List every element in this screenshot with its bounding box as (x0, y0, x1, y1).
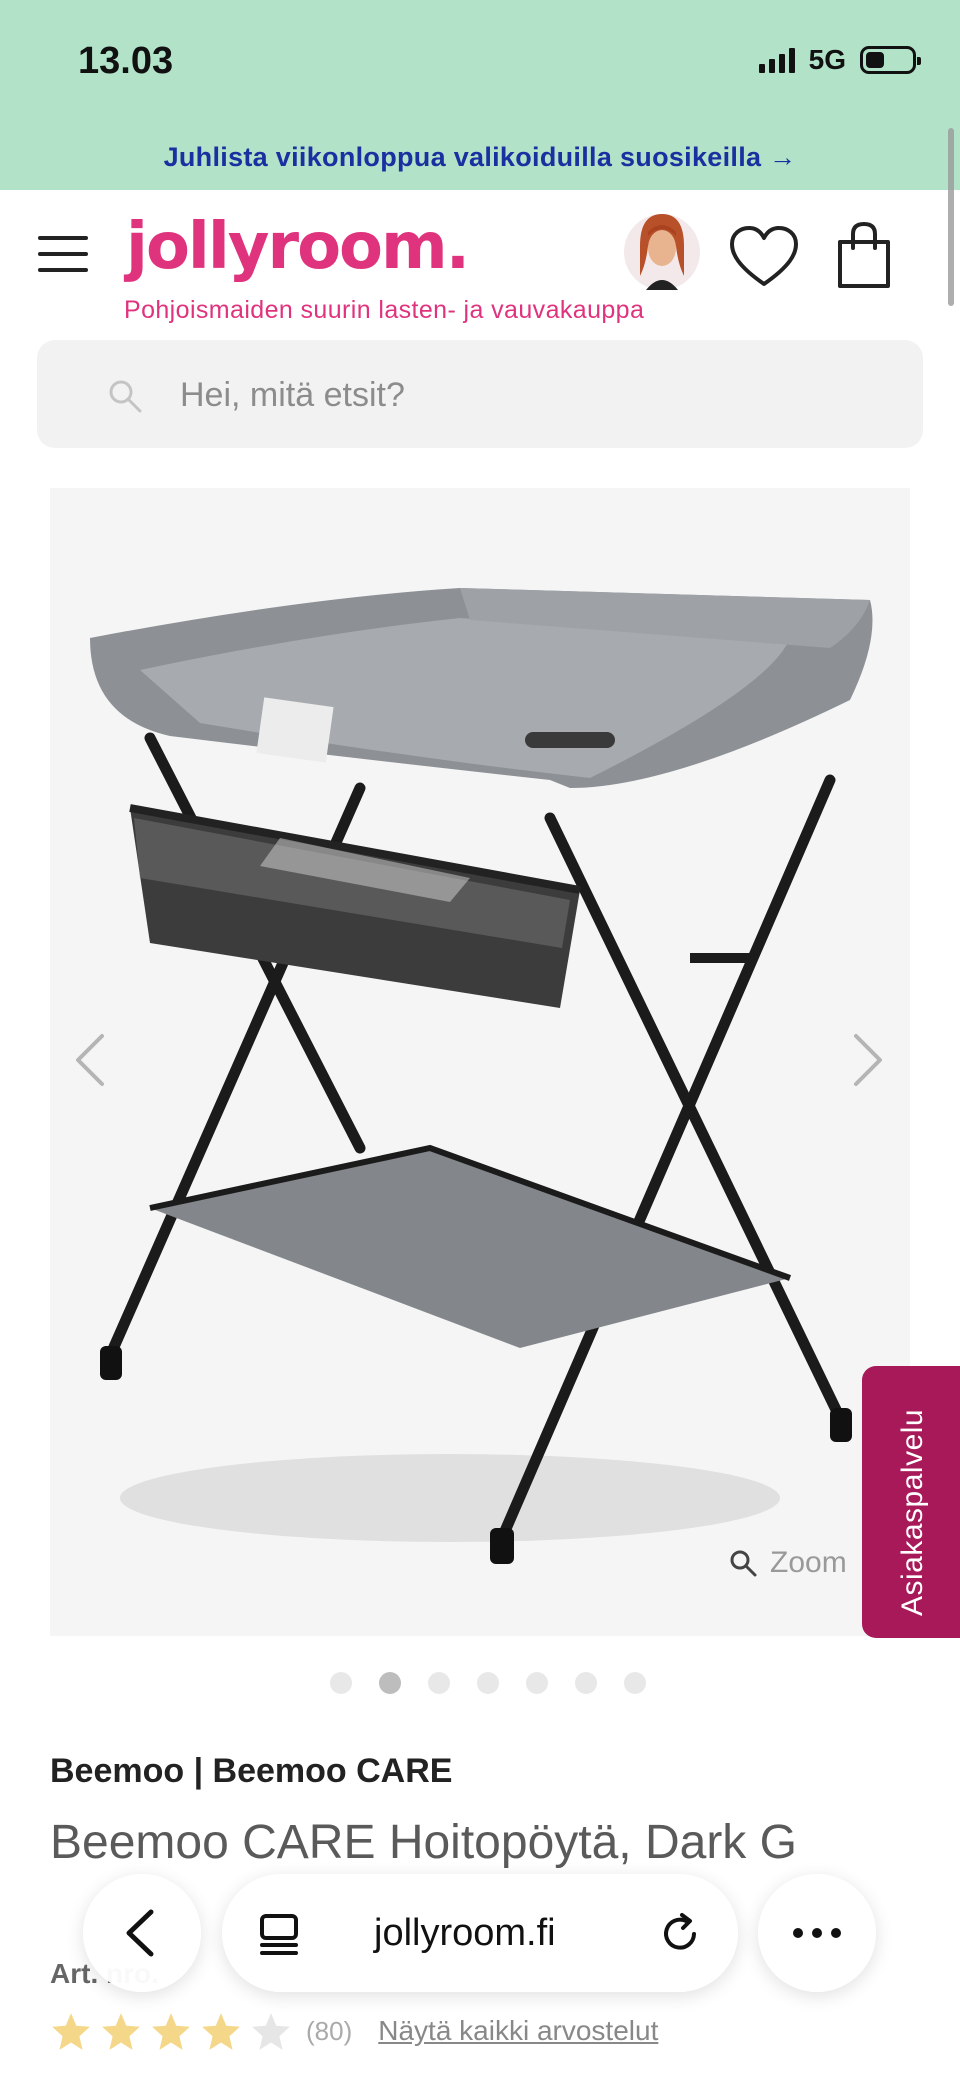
gallery-dot[interactable] (330, 1672, 352, 1694)
site-logo[interactable]: jollyroom. (126, 210, 470, 284)
magnifier-icon (730, 1550, 757, 1577)
gallery-dot-active[interactable] (379, 1672, 401, 1694)
chevron-left-icon (126, 1909, 154, 1957)
network-label: 5G (808, 44, 846, 75)
review-count: (80) (306, 2015, 353, 2046)
gallery-dot[interactable] (624, 1672, 646, 1694)
star-icon (152, 2013, 190, 2050)
more-dot (793, 1928, 803, 1938)
search-icon (109, 380, 142, 413)
shopping-bag-icon[interactable] (834, 220, 894, 290)
promo-link[interactable]: Juhlista viikonloppua valikoiduilla suos… (164, 142, 797, 173)
reload-icon[interactable] (658, 1912, 702, 1956)
gallery-dot[interactable] (477, 1672, 499, 1694)
tabs-icon[interactable] (258, 1912, 300, 1956)
browser-address-bar[interactable]: jollyroom.fi (222, 1874, 738, 1992)
battery-icon (860, 46, 921, 74)
site-header: jollyroom. Pohjoismaiden suurin lasten- … (0, 190, 960, 330)
signal-icon (758, 47, 795, 73)
browser-back-button[interactable] (83, 1874, 201, 1992)
product-brand[interactable]: Beemoo | Beemoo CARE (50, 1752, 452, 1791)
star-icon (102, 2013, 140, 2050)
heart-icon[interactable] (728, 224, 800, 290)
star-icon (202, 2013, 240, 2050)
star-empty-icon (252, 2013, 290, 2050)
more-dot (812, 1928, 822, 1938)
browser-url[interactable]: jollyroom.fi (374, 1912, 556, 1955)
gallery-pagination (330, 1672, 646, 1694)
gallery-dot[interactable] (575, 1672, 597, 1694)
search-bar[interactable]: Hei, mitä etsit? (37, 340, 923, 448)
browser-toolbar: jollyroom.fi (0, 1870, 960, 2000)
customer-service-tab[interactable]: Asiakaspalvelu (862, 1366, 960, 1638)
menu-icon[interactable] (38, 236, 88, 272)
site-tagline: Pohjoismaiden suurin lasten- ja vauvakau… (124, 296, 645, 324)
gallery-next-arrow[interactable] (848, 1030, 888, 1090)
promo-banner[interactable]: Juhlista viikonloppua valikoiduilla suos… (0, 124, 960, 190)
search-input[interactable]: Hei, mitä etsit? (180, 376, 405, 415)
rating-row[interactable]: (80) Näytä kaikki arvostelut (50, 2010, 658, 2052)
all-reviews-link[interactable]: Näytä kaikki arvostelut (378, 2015, 658, 2047)
star-icon (52, 2013, 90, 2050)
gallery-prev-arrow[interactable] (70, 1030, 110, 1090)
browser-more-button[interactable] (758, 1874, 876, 1992)
changing-table-image (50, 488, 910, 1636)
product-image[interactable] (50, 488, 910, 1636)
zoom-label: Zoom (770, 1546, 847, 1579)
status-indicators: 5G (758, 44, 921, 76)
status-bar: 13.03 5G (0, 0, 960, 124)
status-time: 13.03 (78, 40, 174, 82)
gallery-dot[interactable] (428, 1672, 450, 1694)
product-title: Beemoo CARE Hoitopöytä, Dark G (50, 1816, 797, 1869)
customer-service-label: Asiakaspalvelu (896, 1408, 929, 1616)
gallery-dot[interactable] (526, 1672, 548, 1694)
zoom-button[interactable]: Zoom (728, 1546, 847, 1580)
avatar[interactable] (622, 206, 702, 296)
more-dot (831, 1928, 841, 1938)
